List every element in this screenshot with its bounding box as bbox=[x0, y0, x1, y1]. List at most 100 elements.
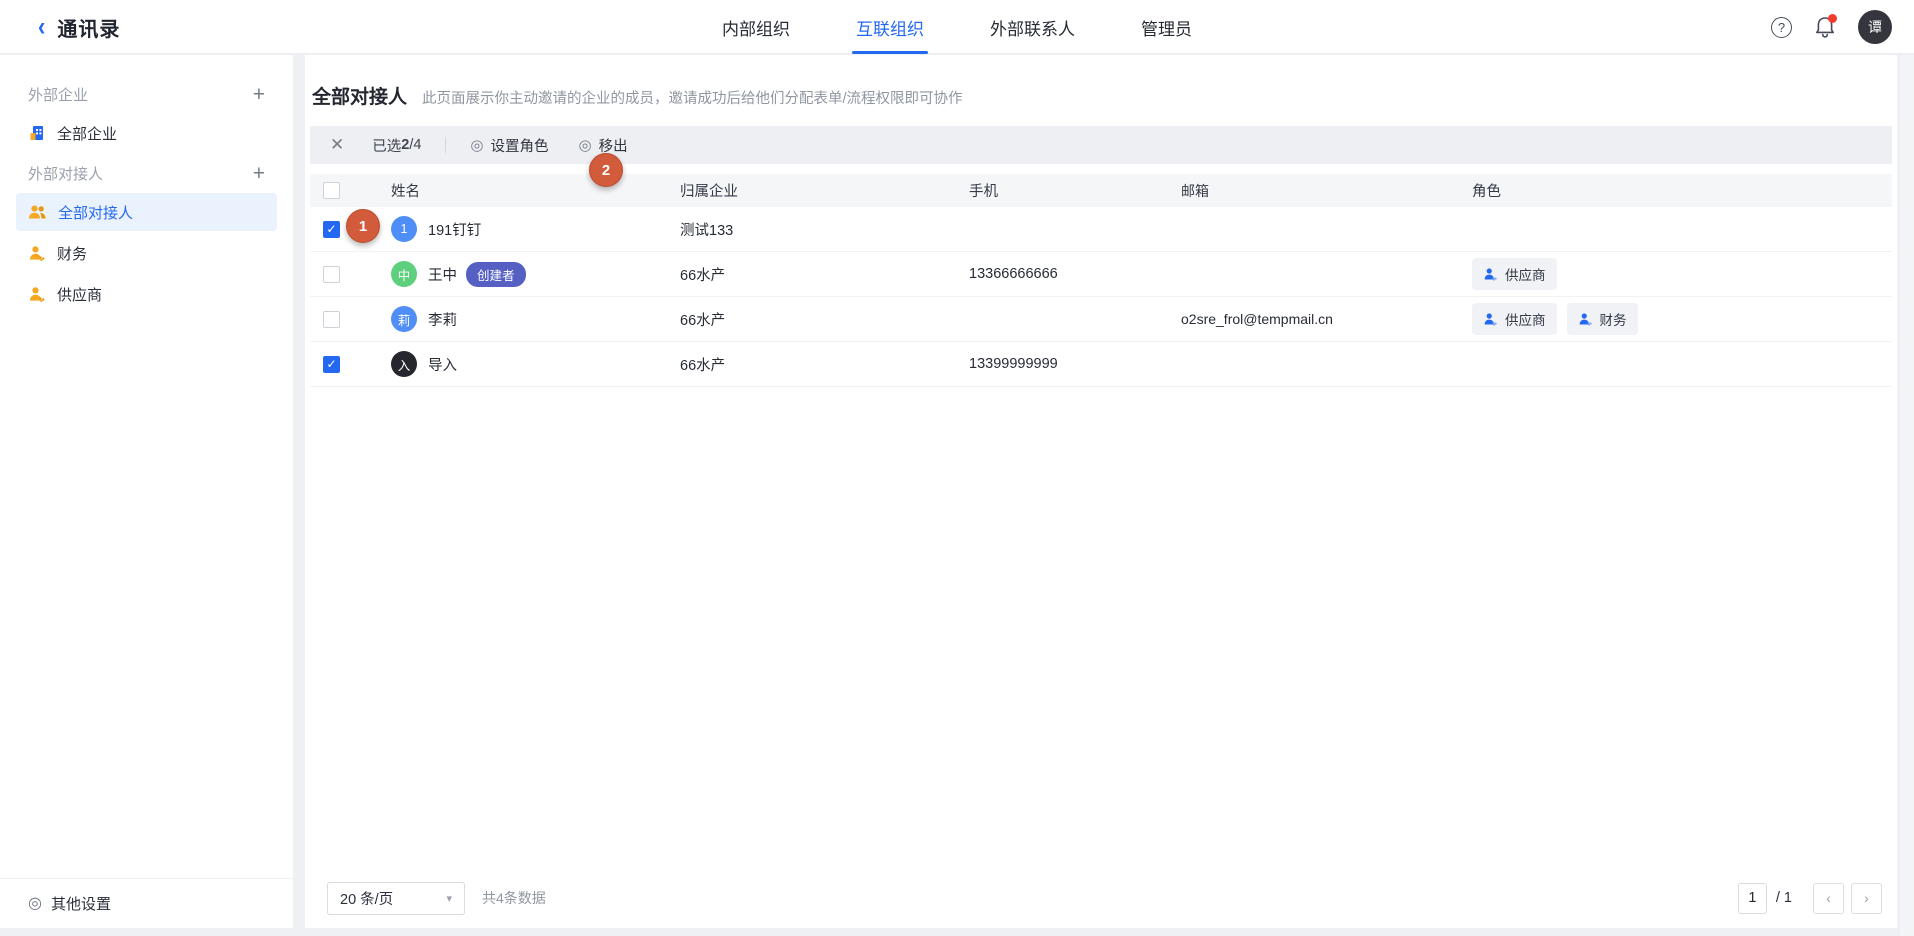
page-number-input[interactable] bbox=[1738, 883, 1767, 914]
contact-name: 导入 bbox=[428, 354, 457, 375]
user-avatar[interactable]: 谭 bbox=[1858, 10, 1892, 44]
sidebar: 外部企业 + 全部企业 外部对接人 + bbox=[0, 55, 293, 928]
avatar: 入 bbox=[391, 351, 417, 377]
sidebar-other-settings[interactable]: ◎ 其他设置 bbox=[0, 878, 293, 928]
tab-connected-org[interactable]: 互联组织 bbox=[856, 0, 924, 54]
people-icon bbox=[28, 204, 47, 220]
pagination: / 1 ‹ › bbox=[1738, 883, 1882, 914]
tab-external-contacts[interactable]: 外部联系人 bbox=[990, 0, 1075, 54]
toolbar-divider bbox=[445, 137, 446, 153]
table-row[interactable]: 中 王中 创建者 66水产 13366666666 供应商 bbox=[310, 252, 1892, 297]
contact-company: 66水产 bbox=[680, 354, 969, 375]
help-icon[interactable]: ? bbox=[1771, 17, 1792, 38]
sidebar-item-label: 全部企业 bbox=[57, 123, 117, 144]
page-description: 此页面展示你主动邀请的企业的成员，邀请成功后给他们分配表单/流程权限即可协作 bbox=[422, 87, 963, 108]
sidebar-item-label: 全部对接人 bbox=[58, 202, 133, 223]
person-role-icon bbox=[1483, 312, 1498, 326]
notification-dot bbox=[1828, 14, 1837, 23]
row-checkbox[interactable] bbox=[323, 311, 340, 328]
column-email: 邮箱 bbox=[1181, 181, 1472, 201]
table-row[interactable]: 莉 李莉 66水产 o2sre_frol@tempmail.cn 供应商 bbox=[310, 297, 1892, 342]
header-tabs: 内部组织 互联组织 外部联系人 管理员 bbox=[722, 0, 1192, 54]
sidebar-item-all-companies[interactable]: 全部企业 bbox=[16, 114, 277, 152]
column-role: 角色 bbox=[1472, 180, 1892, 201]
section-label: 外部对接人 bbox=[28, 163, 103, 184]
tab-internal-org[interactable]: 内部组织 bbox=[722, 0, 790, 54]
table-row[interactable]: ✓ 1 191钉钉 测试133 bbox=[310, 207, 1892, 252]
creator-badge: 创建者 bbox=[466, 262, 526, 287]
contact-email: o2sre_frol@tempmail.cn bbox=[1181, 311, 1472, 327]
avatar: 中 bbox=[391, 261, 417, 287]
add-company-icon[interactable]: + bbox=[253, 84, 265, 105]
remove-icon: ◎ bbox=[579, 138, 592, 153]
other-settings-label: 其他设置 bbox=[51, 893, 111, 914]
set-role-button[interactable]: ◎ 设置角色 bbox=[470, 135, 548, 156]
clear-selection-icon[interactable]: ✕ bbox=[330, 135, 344, 155]
page-size-select[interactable]: 20 条/页 ▾ bbox=[327, 882, 465, 915]
row-checkbox[interactable] bbox=[323, 266, 340, 283]
person-role-icon bbox=[28, 286, 46, 302]
app-window: ‹ 通讯录 内部组织 互联组织 外部联系人 管理员 ? 谭 外部企业 bbox=[0, 0, 1914, 936]
table-footer: 20 条/页 ▾ 共4条数据 / 1 ‹ › bbox=[310, 878, 1892, 918]
add-contact-role-icon[interactable]: + bbox=[253, 163, 265, 184]
role-chip[interactable]: 供应商 bbox=[1472, 258, 1557, 290]
next-page-button[interactable]: › bbox=[1851, 883, 1882, 914]
back-chevron-icon[interactable]: ‹ bbox=[38, 14, 45, 40]
selected-count: 已选2/4 bbox=[372, 135, 421, 156]
page-total-text: / 1 bbox=[1776, 890, 1792, 906]
selected-total: /4 bbox=[409, 137, 421, 153]
selected-prefix: 已选 bbox=[372, 135, 401, 156]
avatar: 1 bbox=[391, 216, 417, 242]
person-role-icon bbox=[1578, 312, 1593, 326]
sidebar-item-all-contacts[interactable]: 全部对接人 bbox=[16, 193, 277, 231]
sidebar-item-supplier[interactable]: 供应商 bbox=[16, 275, 277, 313]
settings-circle-icon: ◎ bbox=[28, 896, 42, 912]
column-phone: 手机 bbox=[969, 180, 1181, 201]
sidebar-item-label: 财务 bbox=[57, 243, 87, 264]
selected-number: 2 bbox=[401, 137, 409, 153]
person-role-icon bbox=[1483, 267, 1498, 281]
sidebar-section-external-companies: 外部企业 + bbox=[16, 77, 277, 111]
person-role-icon bbox=[28, 245, 46, 261]
contact-name: 王中 bbox=[428, 264, 457, 285]
app-title: 通讯录 bbox=[57, 13, 120, 42]
page-size-value: 20 条/页 bbox=[340, 888, 393, 909]
row-checkbox[interactable]: ✓ bbox=[323, 356, 340, 373]
row-checkbox[interactable]: ✓ bbox=[323, 221, 340, 238]
section-label: 外部企业 bbox=[28, 84, 88, 105]
scrollbar-track[interactable] bbox=[1899, 55, 1914, 936]
role-chip-label: 供应商 bbox=[1505, 264, 1546, 284]
sidebar-item-label: 供应商 bbox=[57, 284, 102, 305]
set-role-icon: ◎ bbox=[470, 138, 483, 153]
select-all-checkbox[interactable] bbox=[323, 182, 340, 199]
role-chip[interactable]: 供应商 bbox=[1472, 303, 1557, 335]
chevron-down-icon: ▾ bbox=[446, 892, 452, 905]
contact-name: 191钉钉 bbox=[428, 219, 481, 240]
table-row[interactable]: ✓ 入 导入 66水产 13399999999 bbox=[310, 342, 1892, 387]
contact-company: 66水产 bbox=[680, 309, 969, 330]
notification-bell-icon[interactable] bbox=[1814, 15, 1836, 39]
total-count-text: 共4条数据 bbox=[482, 888, 546, 908]
set-role-label: 设置角色 bbox=[491, 135, 549, 156]
contact-phone: 13399999999 bbox=[969, 356, 1181, 372]
main-panel: 全部对接人 此页面展示你主动邀请的企业的成员，邀请成功后给他们分配表单/流程权限… bbox=[305, 55, 1897, 928]
page-title: 全部对接人 bbox=[312, 82, 407, 109]
tab-admins[interactable]: 管理员 bbox=[1141, 0, 1192, 54]
column-company: 归属企业 bbox=[680, 180, 969, 201]
prev-page-button[interactable]: ‹ bbox=[1813, 883, 1844, 914]
contact-roles: 供应商 财务 bbox=[1472, 303, 1892, 335]
table-header: 姓名 归属企业 手机 邮箱 角色 bbox=[310, 174, 1892, 207]
contact-company: 66水产 bbox=[680, 264, 969, 285]
role-chip[interactable]: 财务 bbox=[1567, 303, 1638, 335]
role-chip-label: 供应商 bbox=[1505, 309, 1546, 329]
contact-roles: 供应商 bbox=[1472, 258, 1892, 290]
column-name: 姓名 bbox=[391, 180, 680, 201]
top-header: ‹ 通讯录 内部组织 互联组织 外部联系人 管理员 ? 谭 bbox=[0, 0, 1914, 54]
annotation-badge-1: 1 bbox=[346, 209, 380, 243]
avatar: 莉 bbox=[391, 306, 417, 332]
role-chip-label: 财务 bbox=[1600, 309, 1627, 329]
sidebar-item-finance[interactable]: 财务 bbox=[16, 234, 277, 272]
sidebar-section-external-contacts: 外部对接人 + bbox=[16, 156, 277, 190]
contact-company: 测试133 bbox=[680, 219, 969, 240]
selection-toolbar: ✕ 已选2/4 ◎ 设置角色 ◎ 移出 bbox=[310, 126, 1892, 164]
